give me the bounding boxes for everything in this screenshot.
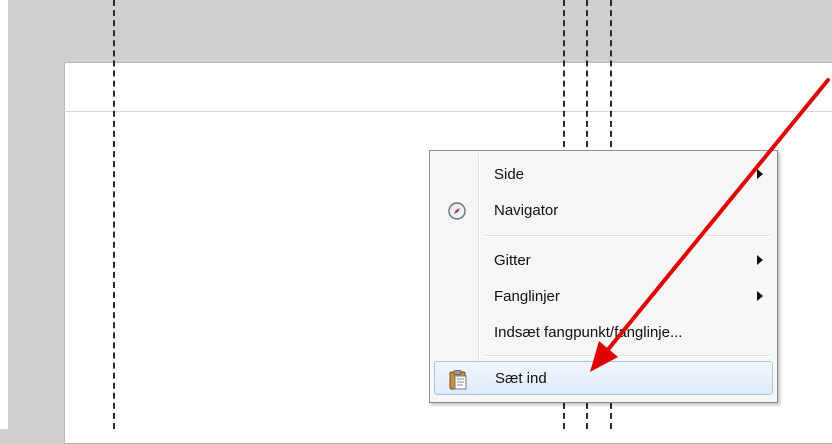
annotation-arrow-icon [590, 78, 830, 372]
